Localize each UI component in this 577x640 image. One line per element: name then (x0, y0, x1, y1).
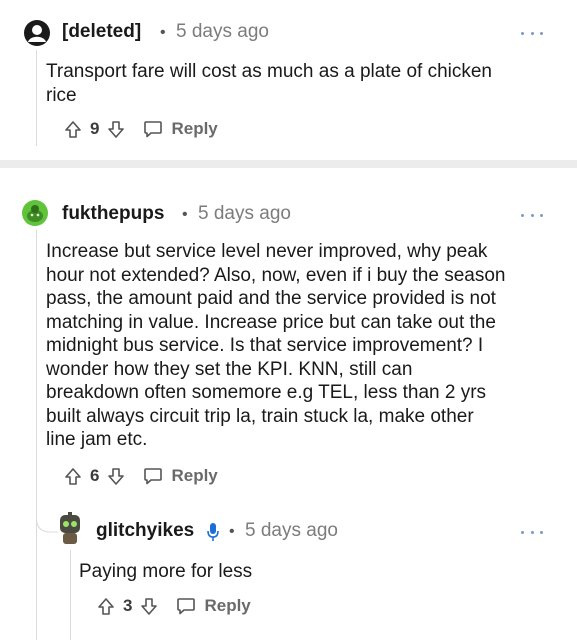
comment-actions: 6 Reply (62, 464, 218, 488)
vote-count: 6 (90, 466, 100, 485)
comment-timestamp: 5 days ago (198, 203, 291, 224)
microphone-icon (207, 523, 219, 541)
comment-body-line: pass, the amount paid and the service pr… (46, 288, 496, 309)
vote-count: 9 (90, 119, 100, 138)
meta-separator: • (229, 523, 235, 540)
upvote-icon[interactable] (62, 118, 84, 140)
deleted-user-avatar (24, 20, 50, 46)
more-options-icon[interactable] (521, 212, 543, 218)
comment-actions: 9 Reply (62, 117, 218, 141)
more-options-icon[interactable] (521, 30, 543, 36)
robot-snoo-avatar (55, 512, 85, 546)
reply-button[interactable]: Reply (176, 596, 251, 616)
comment-glitchyikes: glitchyikes • 5 days ago Paying more for… (0, 498, 577, 640)
reply-label: Reply (171, 119, 218, 138)
comment-body-line: midnight bus service. Is that service im… (46, 335, 484, 356)
reply-label: Reply (204, 596, 251, 615)
meta-separator: • (160, 24, 166, 41)
comment-body-line: Paying more for less (79, 561, 253, 582)
thread-line[interactable] (36, 50, 37, 146)
comment-body: Paying more for less (79, 560, 252, 584)
comment-fukthepups: fukthepups • 5 days ago Increase but ser… (0, 168, 577, 640)
comment-body: Increase but service level never improve… (46, 240, 506, 452)
comment-body-line: matching in value. Increase price but ca… (46, 311, 496, 333)
downvote-icon[interactable] (105, 465, 127, 487)
reply-bubble-icon (144, 468, 163, 485)
comment-author[interactable]: [deleted] (62, 21, 141, 43)
comment-body-line: Transport fare will cost as much as a pl… (46, 61, 492, 82)
comment-timestamp: 5 days ago (245, 520, 338, 541)
comment-author[interactable]: glitchyikes (96, 520, 194, 542)
green-snoo-avatar (22, 200, 48, 226)
comment-author[interactable]: fukthepups (62, 203, 164, 225)
comment-body-line: rice (46, 84, 77, 106)
reply-button[interactable]: Reply (143, 466, 218, 486)
reply-bubble-icon (177, 598, 196, 615)
meta-separator: • (182, 206, 188, 223)
comment-divider (0, 160, 577, 168)
reply-button[interactable]: Reply (143, 119, 218, 139)
upvote-icon[interactable] (95, 595, 117, 617)
more-options-icon[interactable] (521, 529, 543, 535)
snoo-icon (27, 205, 43, 222)
user-silhouette-icon (28, 25, 46, 42)
comment-body: Transport fare will cost as much as a pl… (46, 60, 492, 107)
comment-body-line: built always circuit trip la, train stuc… (46, 405, 474, 427)
upvote-icon[interactable] (62, 465, 84, 487)
thread-line[interactable] (70, 550, 71, 640)
downvote-icon[interactable] (138, 595, 160, 617)
comment-deleted: [deleted] • 5 days ago Transport fare wi… (0, 0, 577, 160)
comment-actions: 3 Reply (95, 594, 251, 618)
comment-body-line: line jam etc. (46, 429, 148, 450)
comment-body-line: hour not extended? Also, now, even if i … (46, 264, 506, 286)
robot-icon (60, 512, 80, 544)
downvote-icon[interactable] (105, 118, 127, 140)
comment-body-line: breakdown often somemore e.g TEL, less t… (46, 382, 487, 403)
comment-timestamp: 5 days ago (176, 21, 269, 42)
comment-body-line: Increase but service level never improve… (46, 241, 488, 262)
comment-body-line: wonder how they set the KPI. KNN, still … (46, 358, 413, 380)
vote-count: 3 (123, 596, 133, 615)
reply-bubble-icon (144, 121, 163, 138)
reply-label: Reply (171, 466, 218, 485)
